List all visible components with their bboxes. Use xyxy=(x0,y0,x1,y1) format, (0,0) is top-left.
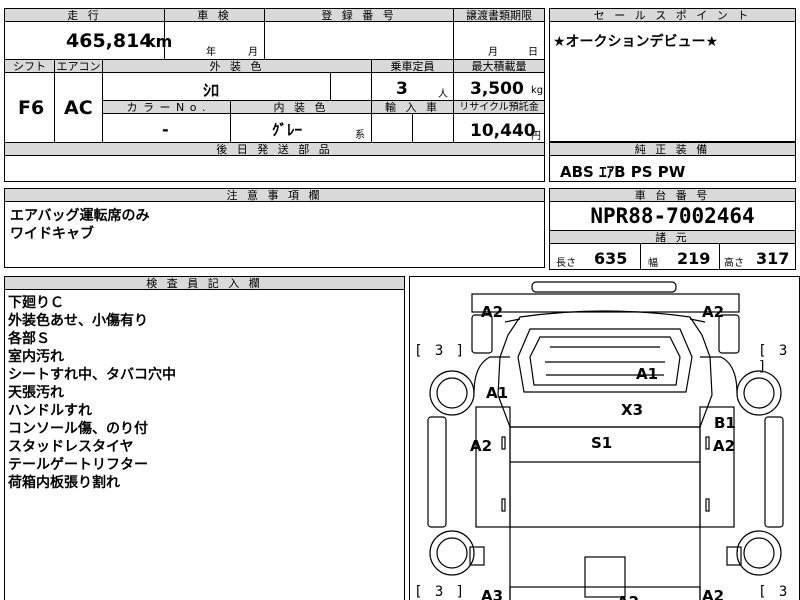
chassis-header: 車 台 番 号 xyxy=(549,188,796,202)
damage-label: X3 xyxy=(621,401,644,419)
capacity-value: 3 xyxy=(396,79,408,99)
damage-label: A2 xyxy=(470,437,493,455)
equipment-text: ABS ｴｱB PS PW xyxy=(560,163,686,181)
equipment-header: 純 正 装 備 xyxy=(549,142,796,156)
height-label: 高さ xyxy=(724,258,744,269)
shift-value: F6 xyxy=(18,97,45,119)
color-no-value: - xyxy=(162,120,169,139)
chassis-number: NPR88-7002464 xyxy=(590,204,755,228)
inspection-header: 車 検 xyxy=(164,8,265,22)
tire-tread-label: [ 3 ] xyxy=(414,343,467,359)
capacity-unit: 人 xyxy=(438,89,448,100)
notes-list: エアバッグ運転席のみ ワイドキャブ xyxy=(10,207,149,243)
max-load-header: 最大積載量 xyxy=(453,59,545,73)
inspector-line: 下廻りＣ xyxy=(8,295,64,311)
capacity-header: 乗車定員 xyxy=(371,59,454,73)
inspector-line: 各部Ｓ xyxy=(8,331,50,347)
damage-label: B1 xyxy=(714,414,736,432)
inspector-line: シートすれ中、タバコ穴中 xyxy=(8,367,176,383)
transfer-month-label: 月 xyxy=(488,47,498,58)
interior-color-header: 内 装 色 xyxy=(230,100,372,114)
registration-header: 登 録 番 号 xyxy=(264,8,454,22)
sales-point-header: セ ー ル ス ポ イ ン ト xyxy=(549,8,796,22)
length-value: 635 xyxy=(594,249,628,268)
shift-header: シフト xyxy=(4,59,55,73)
length-label: 長さ xyxy=(556,258,576,269)
interior-color-value: ｸﾞﾚｰ xyxy=(272,121,303,139)
height-value: 317 xyxy=(756,249,790,268)
inspector-header: 検 査 員 記 入 欄 xyxy=(4,276,405,290)
recycle-deposit-value: 10,440 xyxy=(470,121,536,141)
mileage-unit: km xyxy=(145,32,173,51)
exterior-color-header: 外 装 色 xyxy=(102,59,372,73)
inspection-year-label: 年 xyxy=(206,47,216,58)
max-load-value: 3,500 xyxy=(470,79,524,99)
damage-label: S1 xyxy=(591,434,613,452)
damage-label: A1 xyxy=(636,365,659,383)
recycle-deposit-header: リサイクル預託金 xyxy=(453,100,545,114)
notes-header: 注 意 事 項 欄 xyxy=(4,188,545,202)
exterior-color-value: ｼﾛ xyxy=(203,81,220,100)
mileage-header: 走 行 xyxy=(4,8,165,22)
damage-label: A2 xyxy=(713,437,736,455)
tire-tread-label: [ 3 ] xyxy=(758,343,790,375)
sales-point-box xyxy=(549,8,796,142)
vehicle-diagram: A2 A2 [ 3 ] [ 3 ] A1 A1 X3 B1 A2 S1 A2 [… xyxy=(409,276,800,600)
damage-label: A1 xyxy=(486,384,509,402)
inspection-month-label: 月 xyxy=(248,47,258,58)
inspector-list: 下廻りＣ 外装色あせ、小傷有り 各部Ｓ 室内汚れ シートすれ中、タバコ穴中 天張… xyxy=(8,294,176,492)
tire-tread-label: [ 3 ] xyxy=(414,584,467,600)
inspector-line: 室内汚れ xyxy=(8,349,64,365)
specs-header: 諸 元 xyxy=(549,230,796,244)
inspector-line: ハンドルすれ xyxy=(8,403,92,419)
width-label: 幅 xyxy=(648,258,658,269)
damage-label: A2 xyxy=(481,303,504,321)
max-load-unit: kg xyxy=(531,85,544,96)
inspector-line: 天張汚れ xyxy=(8,385,64,401)
mileage-value: 465,814 xyxy=(66,30,153,52)
ac-header: エアコン xyxy=(54,59,103,73)
width-value: 219 xyxy=(677,249,711,268)
sales-point-text: ★オークションデビュー★ xyxy=(553,34,719,50)
damage-label: A2 xyxy=(702,303,725,321)
inspector-line: スタッドレスタイヤ xyxy=(8,439,134,455)
transfer-day-label: 日 xyxy=(528,47,538,58)
inspector-line: コンソール傷、のり付 xyxy=(8,421,148,437)
interior-color-suffix: 系 xyxy=(355,130,365,141)
inspector-line: テールゲートリフター xyxy=(8,457,148,473)
damage-label: A2 xyxy=(617,593,639,600)
note-line: エアバッグ運転席のみ xyxy=(10,208,150,224)
damage-label: A3 xyxy=(481,587,504,600)
import-header: 輸 入 車 xyxy=(371,100,454,114)
color-no-header: カ ラ ー N o . xyxy=(102,100,231,114)
damage-label: A2 xyxy=(702,587,725,600)
inspector-line: 荷箱内板張り割れ xyxy=(8,475,120,491)
later-parts-header: 後 日 発 送 部 品 xyxy=(4,142,545,156)
note-line: ワイドキャブ xyxy=(10,226,94,242)
inspector-line: 外装色あせ、小傷有り xyxy=(8,313,148,329)
transfer-deadline-header: 譲渡書類期限 xyxy=(453,8,545,22)
recycle-deposit-unit: 円 xyxy=(531,131,541,142)
ac-value: AC xyxy=(64,97,93,119)
tire-tread-label: [ 3 ] xyxy=(758,584,790,600)
